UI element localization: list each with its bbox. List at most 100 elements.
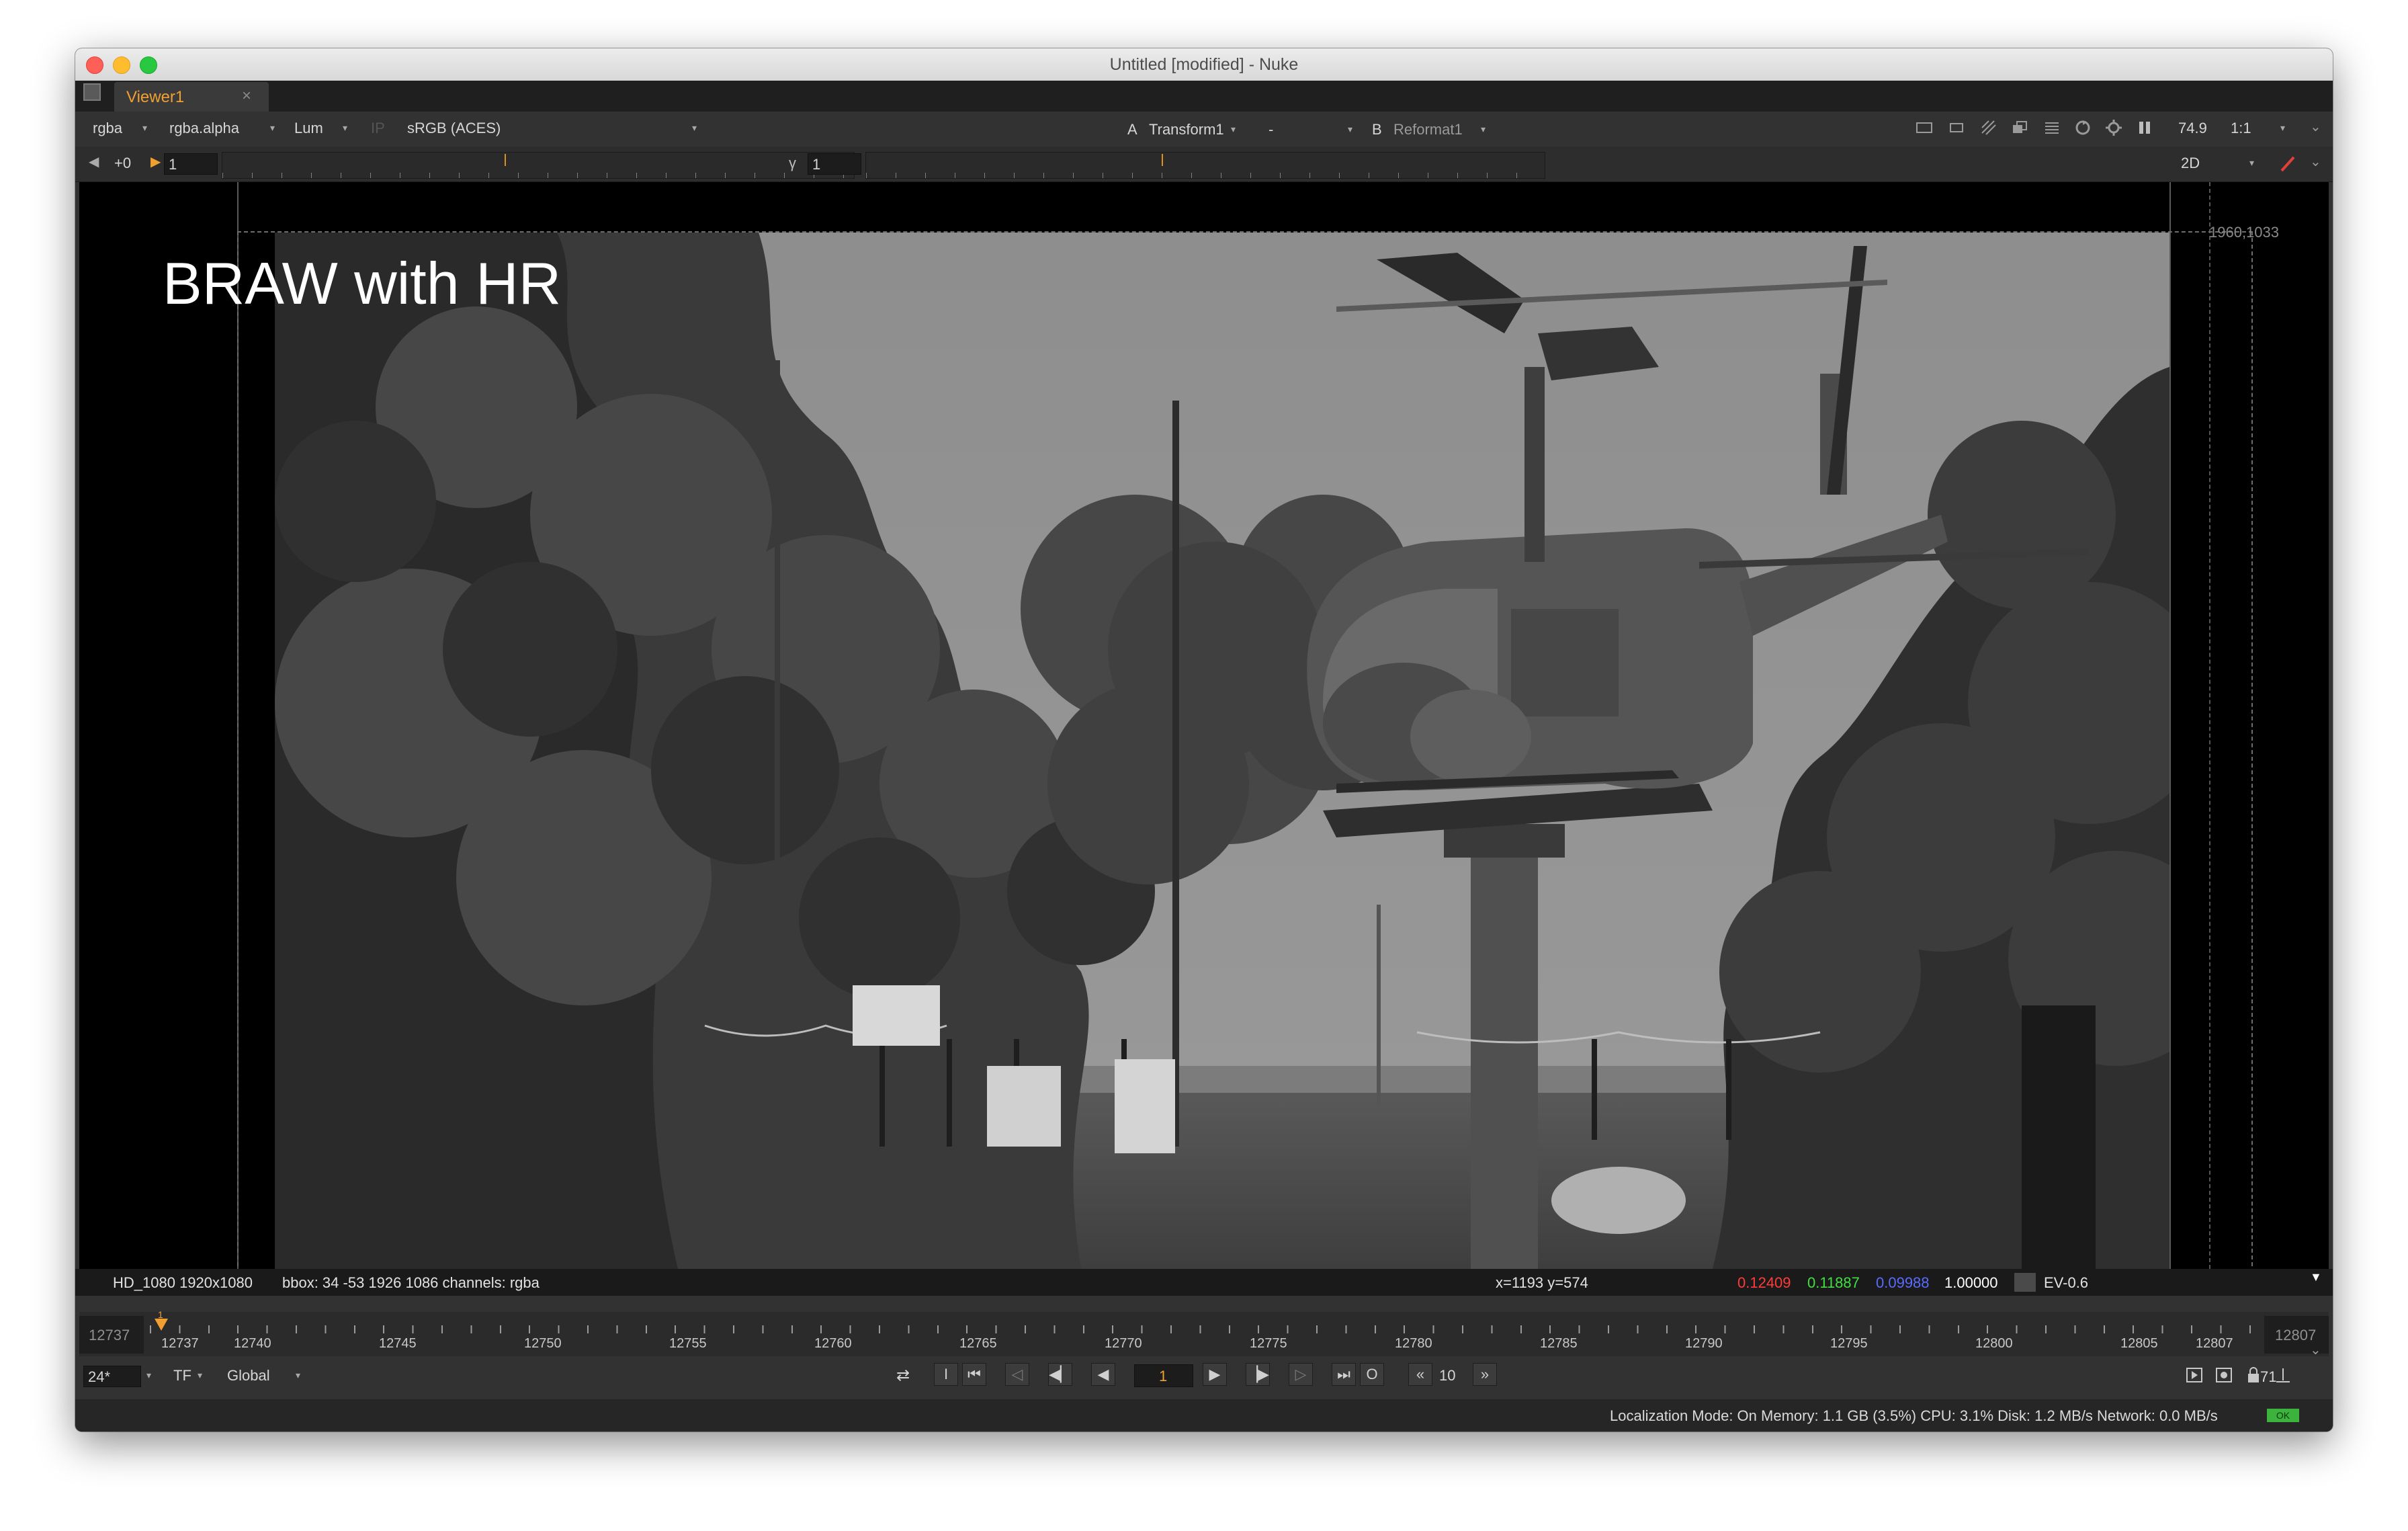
expand-toolbar-icon[interactable]: ⌄ [2310, 118, 2321, 135]
range-dropdown[interactable]: Global [227, 1367, 270, 1384]
current-frame: 1 [1159, 1368, 1168, 1384]
gamma-slider-ticks [866, 173, 1545, 178]
chevron-down-icon: ▾ [1348, 124, 1353, 134]
input-b-label: B [1372, 121, 1382, 138]
chevron-down-icon: ▾ [142, 122, 148, 133]
input-a-dropdown[interactable]: Transform1 [1149, 121, 1224, 138]
timeline-label: 12790 [1685, 1336, 1723, 1351]
gain-field[interactable]: 1 [164, 153, 218, 175]
chevron-down-icon: ▾ [270, 122, 275, 133]
input-b-dropdown[interactable]: Reformat1 [1393, 121, 1463, 138]
window-title: Untitled [modified] - Nuke [1109, 55, 1299, 74]
gear-icon[interactable] [2104, 118, 2123, 137]
blue-value: 0.09988 [1876, 1274, 1930, 1291]
gain-next-icon[interactable]: ▶ [150, 153, 161, 170]
timeline-label: 12765 [959, 1336, 997, 1351]
alpha-value: 1.00000 [1944, 1274, 1998, 1291]
fps-value: 24* [88, 1368, 111, 1385]
overlay-icon[interactable] [2010, 118, 2029, 137]
pause-icon[interactable] [2135, 118, 2154, 137]
colorspace-dropdown[interactable]: sRGB (ACES) [407, 120, 501, 137]
gain-offset[interactable]: +0 [114, 155, 131, 172]
timeline-start-field[interactable]: 12737 [79, 1316, 144, 1354]
goto-start-icon[interactable]: ⏮ [962, 1363, 986, 1386]
timeline-label: 12780 [1395, 1336, 1432, 1351]
frame-increment[interactable]: 10 [1439, 1367, 1455, 1384]
timeline[interactable]: 12737 12737 12740 12745 12750 12755 1276… [79, 1309, 2329, 1356]
gain-slider[interactable] [222, 152, 855, 179]
channels-dropdown[interactable]: rgba [93, 120, 122, 137]
goto-end-icon[interactable]: ⏭ [1332, 1363, 1356, 1386]
play-backward-icon[interactable]: ◀ [1091, 1363, 1115, 1386]
overlay-caption: BRAW with HR [163, 250, 562, 317]
view-mode-dropdown[interactable]: 2D [2181, 155, 2200, 172]
in-point-button[interactable]: I [934, 1363, 958, 1386]
pixel-ratio-dropdown[interactable]: 1:1 [2231, 120, 2251, 137]
gamma-slider[interactable] [865, 152, 1545, 179]
gain-slider-handle[interactable] [505, 154, 506, 166]
chevron-down-icon: ▾ [1481, 124, 1486, 134]
current-frame-field[interactable]: 1 [1134, 1364, 1193, 1387]
expand-toolbar-icon[interactable]: ⌄ [2310, 153, 2321, 170]
alpha-channel-dropdown[interactable]: rgba.alpha [169, 120, 239, 137]
frame-count: 71 [2260, 1368, 2277, 1385]
next-frame-icon[interactable]: ▕▶ [1246, 1363, 1270, 1386]
timeline-label: 12785 [1540, 1336, 1578, 1351]
timeline-label: 12745 [379, 1336, 417, 1351]
prev-keyframe-icon[interactable]: ◁ [1005, 1363, 1029, 1386]
chevron-down-icon[interactable]: ▾ [146, 1370, 151, 1381]
cursor-coordinates: x=1193 y=574 [1496, 1274, 1588, 1291]
gamma-field[interactable]: 1 [808, 153, 861, 175]
bbox-corner-coordinate: 1960,1033 [2209, 224, 2279, 241]
mask-icon[interactable] [1979, 118, 1998, 137]
info-menu-icon[interactable]: ▼ [2310, 1270, 2322, 1284]
gamma-slider-handle[interactable] [1162, 154, 1163, 166]
fps-field[interactable]: 24* [83, 1366, 141, 1387]
roi-icon[interactable] [1915, 118, 1934, 137]
record-icon[interactable] [2214, 1366, 2233, 1384]
title-bar: Untitled [modified] - Nuke [75, 48, 2333, 81]
loop-mode-icon[interactable]: ⇄ [896, 1366, 910, 1385]
viewer-canvas[interactable]: BRAW with HR 1960,1033 [79, 182, 2329, 1269]
playhead-marker[interactable] [155, 1319, 168, 1331]
timeline-label: 12795 [1830, 1336, 1868, 1351]
status-text: Localization Mode: On Memory: 1.1 GB (3.… [1610, 1407, 2218, 1424]
next-keyframe-icon[interactable]: ▷ [1289, 1363, 1313, 1386]
format-info: HD_1080 1920x1080 [113, 1274, 253, 1291]
guides-icon[interactable] [1947, 118, 1966, 137]
out-point-button[interactable]: O [1360, 1363, 1384, 1386]
green-value: 0.11887 [1807, 1274, 1860, 1291]
play-forward-icon[interactable]: ▶ [1203, 1363, 1227, 1386]
gain-prev-icon[interactable]: ◀ [89, 153, 99, 170]
paint-brush-icon[interactable] [2279, 155, 2298, 173]
tab-label: Viewer1 [126, 88, 185, 106]
prev-frame-icon[interactable]: ◀▏ [1048, 1363, 1072, 1386]
timeline-label: 12740 [234, 1336, 271, 1351]
gamma-label: γ [789, 155, 796, 171]
step-forward-icon[interactable]: » [1473, 1363, 1497, 1386]
compare-mode-dropdown[interactable]: - [1268, 121, 1273, 138]
step-back-icon[interactable]: « [1408, 1363, 1432, 1386]
tab-viewer1[interactable]: Viewer1 × [114, 82, 269, 112]
lines-icon[interactable] [2042, 118, 2061, 137]
display-mode-dropdown[interactable]: Lum [294, 120, 323, 137]
time-format-dropdown[interactable]: TF [173, 1367, 191, 1384]
nuke-window: Untitled [modified] - Nuke Viewer1 × rgb… [75, 48, 2333, 1432]
zoom-level[interactable]: 74.9 [2178, 120, 2207, 137]
timeline-label: 12755 [669, 1336, 707, 1351]
chevron-down-icon: ▾ [1231, 124, 1236, 134]
tab-close-icon[interactable]: × [242, 87, 251, 106]
ip-toggle[interactable]: IP [371, 120, 385, 137]
bbox-info: bbox: 34 -53 1926 1086 channels: rgba [282, 1274, 540, 1291]
timeline-label: 12805 [2120, 1336, 2158, 1351]
chevron-down-icon: ▾ [2280, 122, 2286, 133]
flipbook-icon[interactable] [2185, 1366, 2204, 1384]
pane-menu-icon[interactable] [83, 83, 101, 101]
chevron-down-icon: ▾ [692, 122, 697, 133]
viewer-info-bar: HD_1080 1920x1080 bbox: 34 -53 1926 1086… [75, 1269, 2333, 1296]
status-ok-badge: OK [2267, 1409, 2299, 1422]
expand-toolbar-icon[interactable]: ⌄ [2310, 1341, 2321, 1358]
timeline-ticks [150, 1325, 2258, 1333]
timeline-label: 12750 [524, 1336, 562, 1351]
sync-icon[interactable] [2073, 118, 2092, 137]
